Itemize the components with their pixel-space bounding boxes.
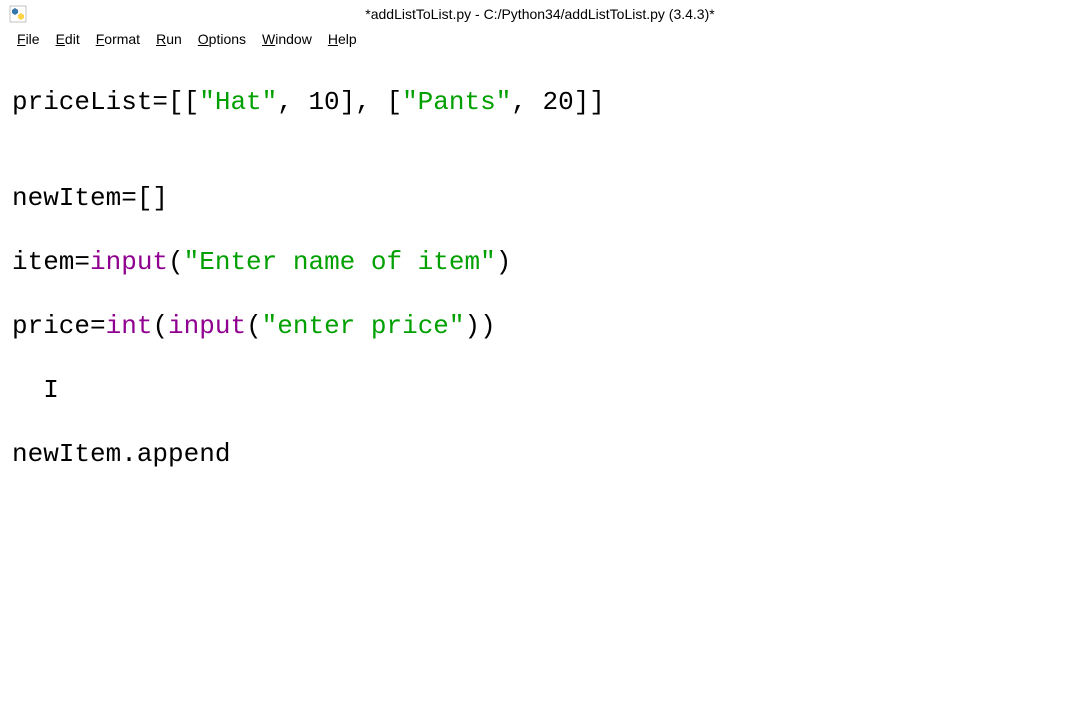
window-title: *addListToList.py - C:/Python34/addListT…	[365, 6, 714, 22]
menu-run[interactable]: Run	[149, 30, 189, 48]
idle-window: *addListToList.py - C:/Python34/addListT…	[0, 0, 1080, 720]
python-idle-icon	[8, 4, 28, 24]
code-line-1: priceList=[["Hat", 10], ["Pants", 20]]	[12, 86, 1068, 118]
code-line-6-caret: I	[12, 374, 1068, 406]
text-caret-icon: I	[12, 375, 59, 405]
menu-window[interactable]: Window	[255, 30, 319, 48]
menu-file[interactable]: File	[10, 30, 47, 48]
menu-options[interactable]: Options	[191, 30, 253, 48]
menubar: File Edit Format Run Options Window Help	[0, 28, 1080, 50]
menu-edit[interactable]: Edit	[49, 30, 87, 48]
code-line-5: price=int(input("enter price"))	[12, 310, 1068, 342]
titlebar: *addListToList.py - C:/Python34/addListT…	[0, 0, 1080, 28]
menu-help[interactable]: Help	[321, 30, 364, 48]
code-line-4: item=input("Enter name of item")	[12, 246, 1068, 278]
menu-format[interactable]: Format	[89, 30, 147, 48]
code-line-3: newItem=[]	[12, 182, 1068, 214]
code-editor[interactable]: priceList=[["Hat", 10], ["Pants", 20]] n…	[0, 50, 1080, 720]
code-line-7: newItem.append	[12, 438, 1068, 470]
